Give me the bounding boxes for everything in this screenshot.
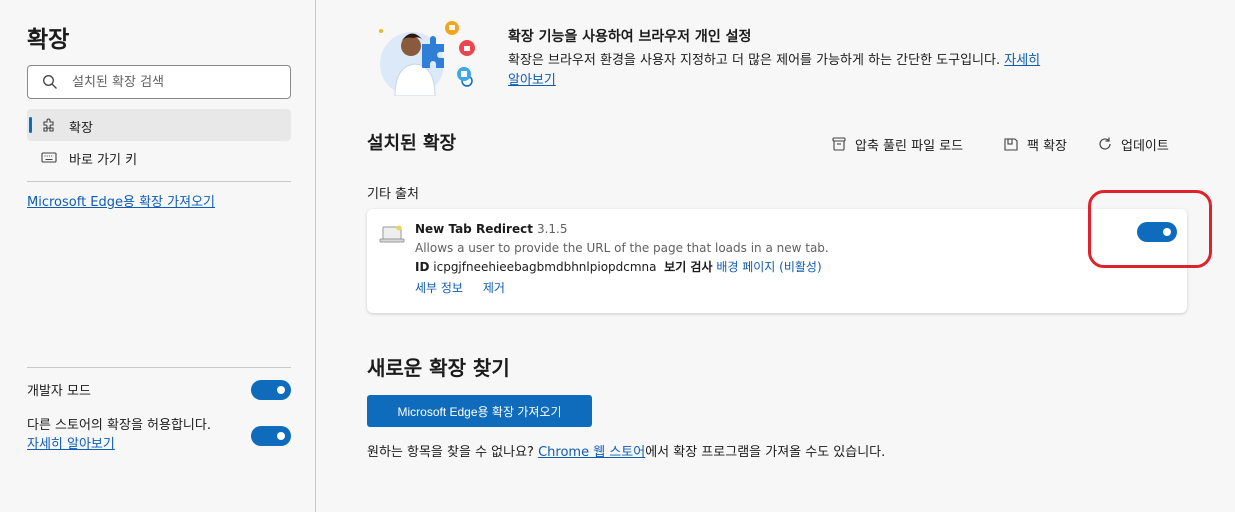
extension-id-row: ID icpgjfneehieebagbmdbhnlpiopdcmna 보기 검… [415,258,822,275]
search-icon [43,75,57,89]
extension-name-text: New Tab Redirect [415,222,533,236]
sidebar-item-shortcuts[interactable]: 바로 가기 키 [27,141,291,173]
allow-other-stores-text: 다른 스토어의 확장을 허용합니다. [27,418,211,433]
developer-mode-toggle[interactable] [251,380,291,400]
extension-name: New Tab Redirect 3.1.5 [415,222,567,236]
divider [27,367,291,368]
main-content: 확장 기능을 사용하여 브라우저 개인 설정 확장은 브라우저 환경을 사용자 … [317,0,1235,512]
sidebar: 확장 확장 바로 가기 키 Microsoft Edge용 확장 가져오기 개발… [0,0,316,512]
pack-extension-button[interactable]: 팩 확장 [1003,134,1067,154]
toggle-knob [277,386,285,394]
id-label: ID [415,260,430,274]
keyboard-icon [41,152,57,163]
extension-id: icpgjfneehieebagbmdbhnlpiopdcmna [433,260,657,274]
load-unpacked-label: 압축 풀린 파일 로드 [855,138,964,154]
sidebar-item-label: 바로 가기 키 [69,153,138,168]
red-highlight-annotation [1088,190,1212,268]
find-desc-after: 에서 확장 프로그램을 가져올 수도 있습니다. [645,445,886,460]
hero-description-text: 확장은 브라우저 환경을 사용자 지정하고 더 많은 제어를 가능하게 하는 간… [508,53,1001,68]
update-label: 업데이트 [1121,138,1169,154]
get-extensions-button[interactable]: Microsoft Edge용 확장 가져오기 [367,395,592,427]
get-extensions-link[interactable]: Microsoft Edge용 확장 가져오기 [27,191,215,210]
inspect-views-label: 보기 검사 [664,260,713,274]
sidebar-item-extensions[interactable]: 확장 [27,109,291,141]
remove-link[interactable]: 제거 [483,281,505,295]
divider [27,181,291,182]
extension-actions: 세부 정보 제거 [415,279,521,296]
update-button[interactable]: 업데이트 [1097,134,1169,154]
toggle-knob [277,432,285,440]
background-page-link[interactable]: 배경 페이지 (비활성) [716,260,821,274]
active-indicator [29,117,32,133]
developer-mode-label: 개발자 모드 [27,384,91,399]
laptop-icon [379,225,405,243]
refresh-icon [1099,137,1111,150]
extension-card: New Tab Redirect 3.1.5 Allows a user to p… [367,209,1187,313]
archive-box-icon [832,137,846,151]
other-sources-header: 기타 출처 [367,187,419,202]
hero-illustration [379,21,475,96]
hero-title: 확장 기능을 사용하여 브라우저 개인 설정 [508,29,752,45]
hero-description: 확장은 브라우저 환경을 사용자 지정하고 더 많은 제어를 가능하게 하는 간… [508,51,1048,91]
details-link[interactable]: 세부 정보 [415,281,463,295]
find-extensions-title: 새로운 확장 찾기 [367,356,510,380]
chrome-web-store-link[interactable]: Chrome 웹 스토어 [538,445,645,460]
installed-extensions-title: 설치된 확장 [367,133,457,154]
search-box[interactable] [27,65,291,99]
find-extensions-description: 원하는 항목을 찾을 수 없나요? Chrome 웹 스토어에서 확장 프로그램… [367,441,885,460]
sidebar-item-label: 확장 [69,121,93,136]
find-desc-before: 원하는 항목을 찾을 수 없나요? [367,445,539,460]
load-unpacked-button[interactable]: 압축 풀린 파일 로드 [831,134,963,154]
allow-other-stores-label: 다른 스토어의 확장을 허용합니다. 자세히 알아보기 [27,416,247,454]
puzzle-icon [43,118,54,132]
sidebar-title: 확장 [27,27,70,53]
extension-version: 3.1.5 [536,222,568,236]
package-icon [1004,138,1018,151]
pack-extension-label: 팩 확장 [1027,138,1068,154]
learn-more-link[interactable]: 자세히 알아보기 [27,437,115,452]
extension-description: Allows a user to provide the URL of the … [415,241,829,255]
search-input[interactable] [72,72,282,92]
allow-other-stores-toggle[interactable] [251,426,291,446]
